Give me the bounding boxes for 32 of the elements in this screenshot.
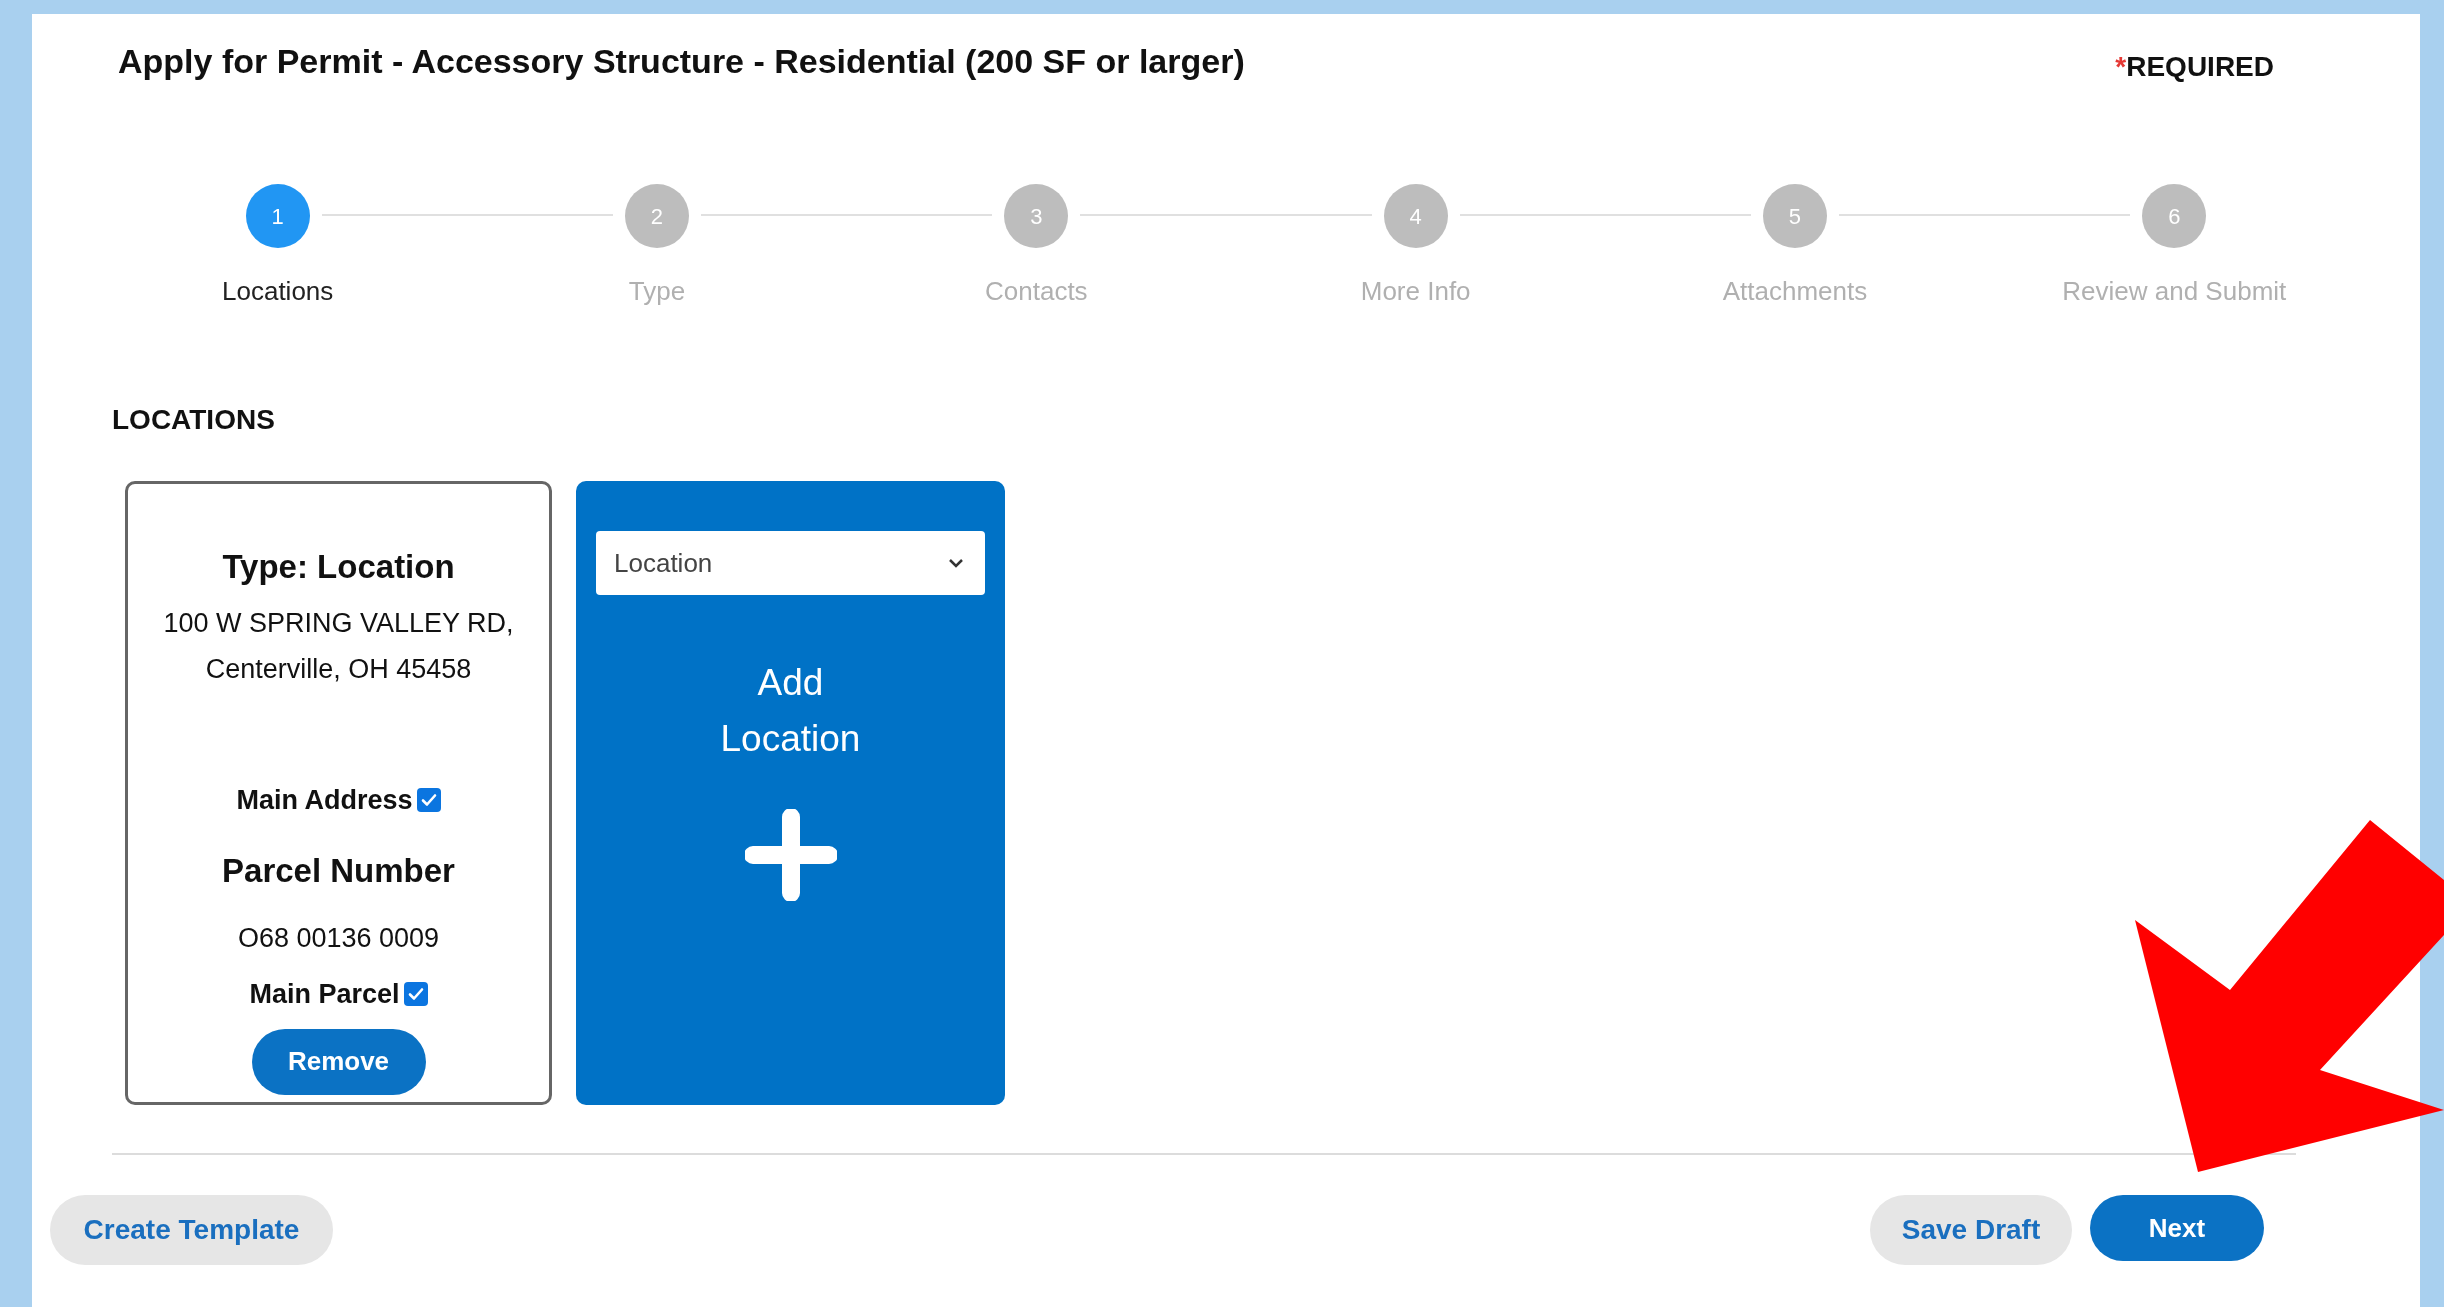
step-label[interactable]: Contacts: [985, 272, 1088, 311]
step-number[interactable]: 5: [1762, 184, 1827, 248]
main-address-label: Main Address: [236, 783, 413, 817]
step-label[interactable]: More Info: [1360, 272, 1471, 311]
step-label[interactable]: Locations: [222, 272, 334, 311]
page-title: Apply for Permit - Accessory Structure - Residential (200 SF or larger): [118, 41, 1245, 82]
step-label[interactable]: Type: [628, 272, 686, 311]
step-label[interactable]: Review and Submit: [2062, 272, 2287, 311]
checkbox[interactable]: [403, 982, 428, 1007]
parcel-number: O68 00136 0009: [237, 921, 440, 955]
step-number[interactable]: 3: [1004, 184, 1069, 248]
parcel-heading: Parcel Number: [222, 851, 455, 891]
add-location-label: Add Location: [719, 661, 862, 761]
step-number[interactable]: 1: [245, 184, 310, 248]
next-button[interactable]: Next: [2090, 1195, 2264, 1261]
location-type: Type: Location: [222, 547, 455, 587]
location-select[interactable]: Location: [596, 531, 985, 595]
add-location-card[interactable]: Location Add Location: [576, 481, 1005, 1105]
section-heading: LOCATIONS: [112, 403, 276, 437]
save-draft-button[interactable]: Save Draft: [1870, 1195, 2072, 1265]
main-parcel-label: Main Parcel: [249, 978, 400, 1011]
plus-icon: [744, 809, 837, 901]
required-note: *REQUIRED: [2115, 50, 2274, 84]
address-line: Centerville, OH 45458: [205, 652, 472, 686]
step-number[interactable]: 2: [625, 184, 689, 248]
step-number[interactable]: 4: [1383, 184, 1448, 248]
step-label[interactable]: Attachments: [1722, 272, 1868, 311]
step-number[interactable]: 6: [2142, 184, 2207, 248]
checkbox[interactable]: [416, 787, 441, 812]
remove-button[interactable]: Remove: [251, 1028, 426, 1095]
create-template-button[interactable]: Create Template: [50, 1195, 333, 1265]
address-line: 100 W SPRING VALLEY RD,: [163, 606, 514, 640]
